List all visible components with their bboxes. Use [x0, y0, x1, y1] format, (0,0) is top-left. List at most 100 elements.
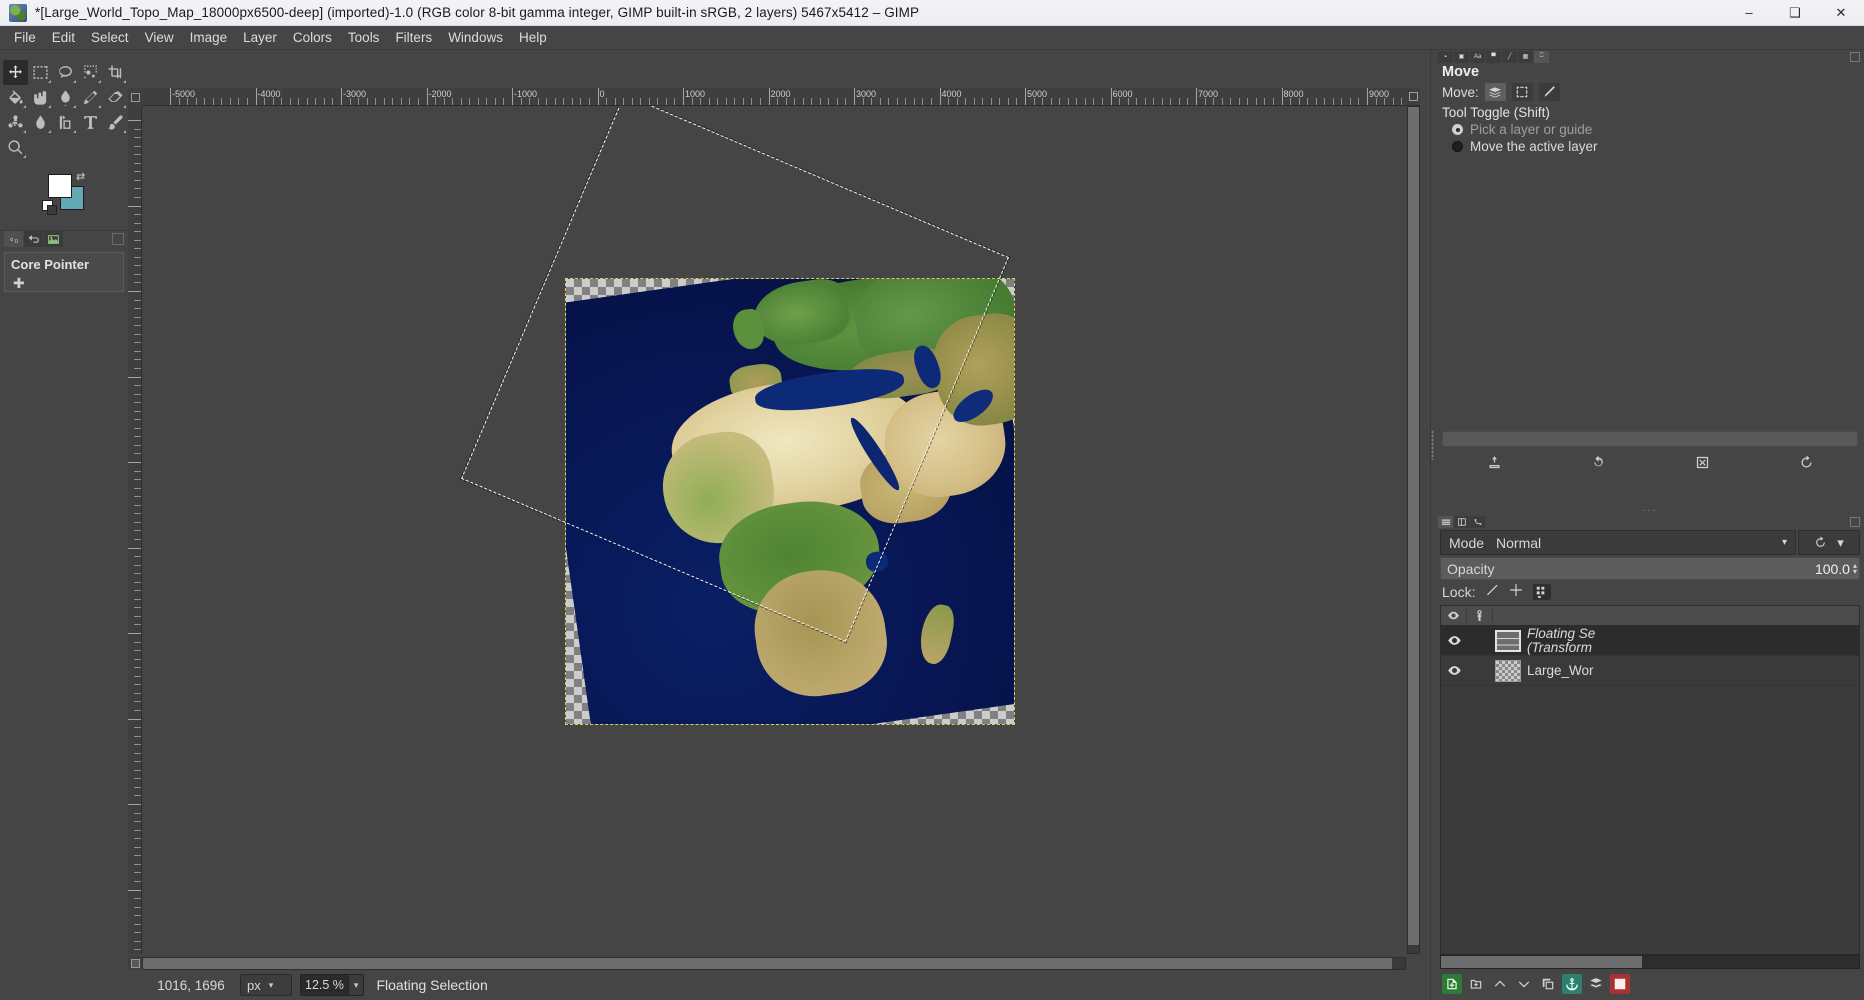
maximize-button[interactable]: ❑: [1772, 0, 1818, 26]
restore-tool-preset-icon[interactable]: [1591, 455, 1606, 473]
pencil-tool[interactable]: [78, 85, 103, 110]
device-status-tab[interactable]: ∘₀: [4, 231, 23, 247]
lock-alpha-icon[interactable]: [1533, 583, 1552, 600]
images-tab[interactable]: [44, 231, 63, 247]
anchor-layer-button[interactable]: [1562, 974, 1582, 994]
menu-view[interactable]: View: [137, 28, 182, 47]
new-layer-button[interactable]: [1442, 974, 1462, 994]
menu-help[interactable]: Help: [511, 28, 555, 47]
ruler-minor-tick: [640, 98, 642, 105]
layers-tab[interactable]: [1438, 515, 1453, 528]
canvas-horizontal-scrollbar[interactable]: [142, 957, 1406, 970]
paths-tab[interactable]: [1470, 515, 1485, 528]
close-button[interactable]: ✕: [1818, 0, 1864, 26]
vertical-scrollbar-thumb[interactable]: [1408, 107, 1419, 945]
layer-row-large-world[interactable]: Large_Wor: [1441, 656, 1859, 686]
unit-selector[interactable]: px ▾: [240, 974, 292, 996]
measure-tool[interactable]: [53, 110, 78, 135]
layers-dock-menu-icon[interactable]: [1850, 516, 1860, 527]
reset-tool-options-icon[interactable]: [1799, 455, 1814, 473]
navigation-preview-button[interactable]: [1406, 88, 1420, 105]
channels-tab[interactable]: [1454, 515, 1469, 528]
toggle-option-pick-layer[interactable]: Pick a layer or guide: [1436, 121, 1864, 138]
menu-layer[interactable]: Layer: [235, 28, 285, 47]
blend-mode-selector[interactable]: Mode Normal ▾: [1440, 530, 1796, 555]
zoom-tool[interactable]: [3, 135, 28, 160]
channels-tab[interactable]: ▦: [1518, 50, 1533, 63]
menu-windows[interactable]: Windows: [440, 28, 511, 47]
eraser-tool[interactable]: [103, 85, 128, 110]
layers-scroll-strip[interactable]: [1440, 955, 1860, 969]
dock-menu-icon[interactable]: [1850, 51, 1860, 62]
tool-group-corner: [73, 80, 76, 83]
text-tool[interactable]: [78, 110, 103, 135]
toolbox-dock-menu-icon[interactable]: [112, 233, 124, 245]
menu-tools[interactable]: Tools: [340, 28, 388, 47]
new-layer-group-button[interactable]: [1466, 974, 1486, 994]
paintbrush-tool[interactable]: [103, 110, 128, 135]
swap-colors-icon[interactable]: ⇄: [76, 170, 85, 183]
toggle-option-move-active-layer[interactable]: Move the active layer: [1436, 138, 1864, 155]
clone-tool[interactable]: [3, 110, 28, 135]
lock-pixels-icon[interactable]: [1485, 583, 1499, 600]
free-select-tool[interactable]: [53, 60, 78, 85]
paths-tab[interactable]: ╱: [1502, 50, 1517, 63]
horizontal-scrollbar-thumb[interactable]: [143, 958, 1393, 969]
opacity-slider[interactable]: Opacity 100.0 ▴ ▾: [1440, 557, 1860, 580]
minimize-button[interactable]: –: [1726, 0, 1772, 26]
canvas-viewport[interactable]: [142, 106, 1420, 954]
tool-preset-bar[interactable]: [1442, 431, 1858, 447]
smudge-tool[interactable]: [28, 85, 53, 110]
rectangle-select-tool[interactable]: [28, 60, 53, 85]
lock-position-icon[interactable]: [1509, 583, 1523, 600]
bucket-fill-tool[interactable]: [3, 85, 28, 110]
move-selection-mode-button[interactable]: [1511, 83, 1533, 101]
reset-colors-icon[interactable]: [42, 200, 57, 215]
zoom-selector[interactable]: 12.5 % ▾: [300, 974, 365, 996]
menu-edit[interactable]: Edit: [44, 28, 83, 47]
quick-mask-toggle-button[interactable]: [128, 956, 142, 970]
delete-tool-preset-icon[interactable]: [1695, 455, 1710, 473]
image-canvas[interactable]: [459, 106, 1015, 725]
delete-layer-button[interactable]: [1610, 974, 1630, 994]
dock-separator[interactable]: ···: [1436, 506, 1864, 516]
raise-layer-button[interactable]: [1490, 974, 1510, 994]
ruler-minor-tick: [134, 727, 141, 729]
ink-tool[interactable]: [53, 85, 78, 110]
fuzzy-select-tool[interactable]: [78, 60, 103, 85]
merge-down-button[interactable]: [1586, 974, 1606, 994]
ruler-origin-button[interactable]: [128, 88, 142, 106]
tool-options-tab[interactable]: ▪: [1438, 50, 1453, 63]
chevron-down-icon[interactable]: ▾: [347, 975, 364, 995]
crop-tool[interactable]: [103, 60, 128, 85]
foreground-color-swatch[interactable]: [48, 174, 72, 198]
canvas-vertical-scrollbar[interactable]: [1407, 106, 1420, 954]
layer-list[interactable]: Floating Se (Transform Large_Wor: [1440, 605, 1860, 955]
layer-visibility-toggle[interactable]: [1441, 663, 1467, 678]
move-layer-mode-button[interactable]: [1484, 83, 1506, 101]
device-status-tab[interactable]: ▣: [1454, 50, 1469, 63]
ruler-minor-tick: [1375, 98, 1377, 105]
menu-file[interactable]: File: [6, 28, 44, 47]
undo-history-tab[interactable]: [24, 231, 43, 247]
fonts-tab[interactable]: Aa: [1470, 50, 1485, 63]
layers-scroll-thumb[interactable]: [1441, 956, 1642, 968]
composite-mode-selector[interactable]: ▾: [1798, 530, 1860, 555]
gradients-tab[interactable]: ▀: [1486, 50, 1501, 63]
menu-image[interactable]: Image: [182, 28, 236, 47]
layer-visibility-toggle[interactable]: [1441, 633, 1467, 648]
duplicate-layer-button[interactable]: [1538, 974, 1558, 994]
layer-row-floating-selection[interactable]: Floating Se (Transform: [1441, 626, 1859, 656]
opacity-stepper[interactable]: ▴ ▾: [1853, 561, 1857, 575]
vertical-ruler[interactable]: [128, 106, 142, 954]
move-tool[interactable]: [3, 60, 28, 85]
menu-colors[interactable]: Colors: [285, 28, 340, 47]
pointer-tab[interactable]: ⎕: [1534, 50, 1549, 63]
save-tool-preset-icon[interactable]: [1487, 455, 1502, 473]
move-path-mode-button[interactable]: [1538, 83, 1560, 101]
blur-tool[interactable]: [28, 110, 53, 135]
horizontal-ruler[interactable]: -5000 -4000 -3000 -2000 -1000 0 1000 2000 3000 40…: [142, 88, 1420, 106]
menu-select[interactable]: Select: [83, 28, 137, 47]
lower-layer-button[interactable]: [1514, 974, 1534, 994]
menu-filters[interactable]: Filters: [387, 28, 440, 47]
